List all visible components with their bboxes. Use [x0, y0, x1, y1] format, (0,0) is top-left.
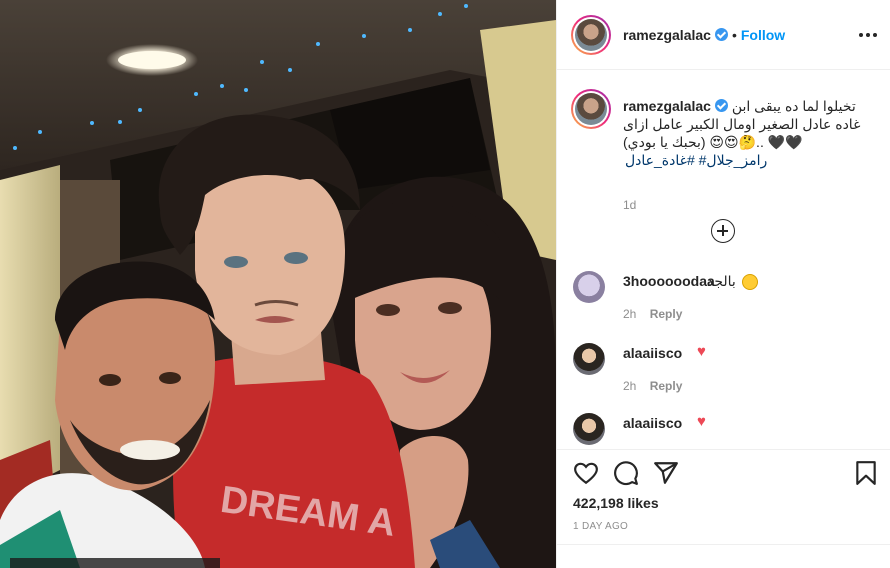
post-panel: ramezgalalac • Follow ramezgalalac تخيلو…	[556, 0, 890, 568]
follow-button[interactable]: Follow	[741, 27, 785, 43]
avatar-image	[575, 18, 607, 51]
likes-count[interactable]: 422,198 likes	[573, 495, 659, 511]
comment-item: alaaiisco ♥	[571, 413, 881, 449]
caption-username[interactable]: ramezgalalac	[623, 98, 711, 114]
verified-icon	[714, 99, 728, 112]
like-icon[interactable]	[573, 460, 599, 486]
comment-time[interactable]: 2h	[623, 307, 636, 321]
comment-meta: 2h Reply	[623, 379, 692, 393]
reply-button[interactable]: Reply	[650, 379, 683, 393]
post-timestamp[interactable]: 1 DAY AGO	[573, 521, 628, 532]
reply-button[interactable]: Reply	[650, 307, 683, 321]
comment-username[interactable]: 3hoooooodaa	[623, 273, 715, 289]
save-icon[interactable]	[853, 460, 879, 486]
caption-time[interactable]: 1d	[623, 198, 636, 212]
comment-username[interactable]: alaaiisco	[623, 415, 682, 431]
verified-icon	[714, 28, 728, 41]
comment-avatar[interactable]	[573, 413, 605, 445]
comment-avatar[interactable]	[573, 343, 605, 375]
comment-username[interactable]: alaaiisco	[623, 345, 682, 361]
more-options-icon[interactable]	[859, 28, 877, 42]
comment-item: 3hoooooodaa بالجد 2h Reply	[571, 271, 881, 331]
separator-dot: •	[731, 26, 737, 43]
actions-bar: 422,198 likes 1 DAY AGO	[557, 449, 890, 568]
comment-meta: 2h Reply	[623, 307, 692, 321]
post-header: ramezgalalac • Follow	[557, 0, 890, 70]
avatar[interactable]	[571, 14, 611, 55]
post-photo[interactable]: DREAM A	[0, 0, 556, 568]
heart-emoji-icon: ♥	[697, 343, 706, 360]
caption-hashtags[interactable]: رامز_جلال# #غادة_عادل	[625, 151, 767, 169]
load-more-comments-button[interactable]	[711, 219, 735, 243]
comment-text: بالجد	[707, 273, 736, 289]
comment-item: alaaiisco ♥ 2h Reply	[571, 343, 881, 403]
caption-avatar[interactable]	[571, 89, 611, 129]
comments-list[interactable]: ramezgalalac تخيلوا لما ده يبقى ابن غاده…	[557, 71, 890, 449]
share-icon[interactable]	[653, 460, 679, 486]
comment-time[interactable]: 2h	[623, 379, 636, 393]
selfie-image: DREAM A	[0, 0, 556, 568]
comment-avatar[interactable]	[573, 271, 605, 303]
add-comment-area[interactable]	[557, 544, 890, 568]
laughing-emoji-icon	[742, 274, 758, 290]
comment-icon[interactable]	[613, 460, 639, 486]
heart-emoji-icon: ♥	[697, 413, 706, 430]
post-username[interactable]: ramezgalalac	[623, 27, 711, 43]
